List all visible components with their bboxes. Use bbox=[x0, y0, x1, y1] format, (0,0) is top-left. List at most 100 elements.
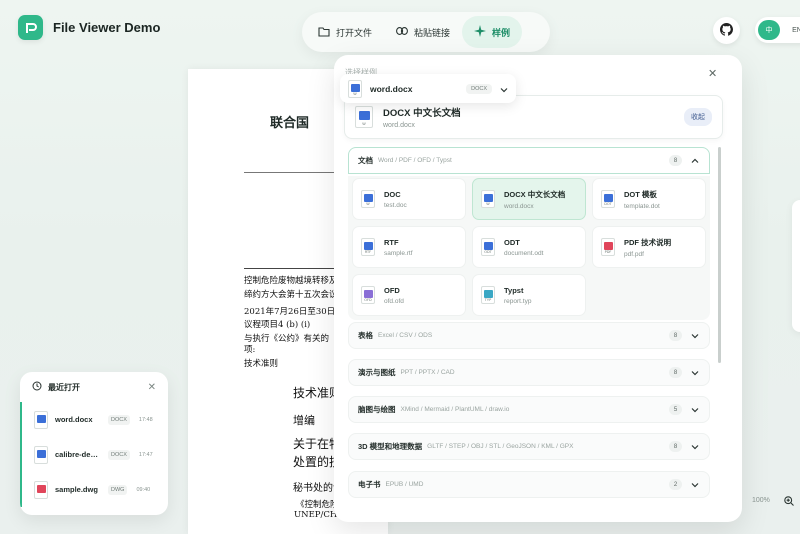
lang-zh-option[interactable]: 中 bbox=[758, 20, 780, 40]
open-file-button[interactable]: 打开文件 bbox=[306, 16, 384, 48]
doc-text-line: 控制危险废物越境转移及 bbox=[244, 276, 338, 286]
recent-file-type: DOCX bbox=[108, 414, 130, 425]
category-4[interactable]: 3D 模型和地理数据 GLTF / STEP / OBJ / STL / GeoJ… bbox=[348, 433, 710, 460]
recent-file-item[interactable]: calibre-demo.docx DOCX 17:47 bbox=[20, 437, 168, 472]
category-count: 8 bbox=[669, 330, 682, 341]
recent-file-item[interactable]: sample.dwg DWG 09:40 bbox=[20, 472, 168, 507]
category-1[interactable]: 表格 Excel / CSV / ODS 8 bbox=[348, 322, 710, 349]
doc-text-line: 技术准则 bbox=[244, 359, 279, 369]
word-icon: W bbox=[361, 190, 375, 208]
recent-file-time: 17:48 bbox=[138, 416, 153, 423]
category-name: 演示与图纸 bbox=[358, 368, 396, 377]
doc-text-line: 项: bbox=[244, 345, 256, 355]
sample-card[interactable]: TYP Typst report.typ bbox=[472, 274, 586, 316]
category-types: GLTF / STEP / OBJ / STL / GeoJSON / KML … bbox=[427, 443, 574, 450]
sample-card[interactable]: W DOCX 中文长文档 word.docx bbox=[472, 178, 586, 220]
sample-card[interactable]: RTF RTF sample.rtf bbox=[352, 226, 466, 268]
word-icon bbox=[34, 410, 48, 429]
sample-card[interactable]: ODT ODT document.odt bbox=[472, 226, 586, 268]
category-5[interactable]: 电子书 EPUB / UMD 2 bbox=[348, 471, 710, 498]
word-icon: W bbox=[355, 106, 373, 128]
app-title: File Viewer Demo bbox=[53, 20, 161, 35]
recent-file-type: DOCX bbox=[108, 449, 130, 460]
category-3[interactable]: 脑图与绘图 XMind / Mermaid / PlantUML / draw.i… bbox=[348, 396, 710, 423]
close-icon[interactable]: ✕ bbox=[708, 67, 717, 80]
sample-file: test.doc bbox=[384, 201, 407, 209]
doc-text-line: 2021年7月26日至30日和 bbox=[244, 307, 344, 317]
github-button[interactable] bbox=[713, 17, 740, 44]
sample-grid: W DOC test.doc W DOCX 中文长文档 word.docx DOT DOT 模… bbox=[348, 176, 710, 320]
typst-icon: TYP bbox=[481, 286, 495, 304]
sample-name: DOCX 中文长文档 bbox=[504, 189, 566, 199]
chevron-down-icon bbox=[690, 405, 700, 415]
ofd-icon: OFD bbox=[361, 286, 375, 304]
chevron-down-icon bbox=[690, 480, 700, 490]
category-count: 8 bbox=[669, 441, 682, 452]
sample-selector-dropdown[interactable]: W word.docx DOCX bbox=[340, 74, 516, 103]
link-icon bbox=[396, 27, 408, 37]
category-count: 8 bbox=[669, 367, 682, 378]
doc-heading: 联合国 bbox=[270, 116, 310, 131]
zoom-in-icon[interactable] bbox=[784, 495, 794, 509]
main-toolbar: 打开文件 粘贴链接 样例 bbox=[302, 12, 550, 52]
side-panel-edge bbox=[792, 200, 800, 332]
sample-file: document.odt bbox=[504, 249, 544, 257]
zoom-level: 100% bbox=[752, 497, 770, 504]
word-icon: RTF bbox=[361, 238, 375, 256]
panel-scrollbar[interactable] bbox=[718, 147, 721, 363]
brand: File Viewer Demo bbox=[18, 15, 160, 40]
current-sample-title: DOCX 中文长文档 bbox=[383, 108, 461, 119]
doc-text-line: 与执行《公约》有关的 bbox=[244, 334, 330, 344]
paste-link-label: 粘贴链接 bbox=[414, 27, 451, 38]
word-icon: W bbox=[481, 190, 495, 208]
chevron-down-icon bbox=[690, 331, 700, 341]
category-count: 8 bbox=[669, 155, 682, 166]
recent-files-panel: 最近打开 ✕ word.docx DOCX 17:48 calibre-demo.do… bbox=[20, 372, 168, 515]
sample-card[interactable]: PDF PDF 技术说明 pdf.pdf bbox=[592, 226, 706, 268]
sparkle-icon bbox=[474, 25, 487, 39]
chevron-down-icon bbox=[690, 368, 700, 378]
doc-text-line: 议程项目4 (b) (i) bbox=[244, 320, 311, 330]
word-icon bbox=[34, 445, 48, 464]
sample-name: RTF bbox=[384, 237, 399, 247]
sample-card[interactable]: OFD OFD ofd.ofd bbox=[352, 274, 466, 316]
close-icon[interactable]: ✕ bbox=[148, 382, 156, 393]
collapse-button[interactable]: 收起 bbox=[684, 108, 712, 126]
lang-en-option[interactable]: EN bbox=[786, 20, 800, 40]
sample-name: DOC bbox=[384, 189, 401, 199]
sample-name: DOT 模板 bbox=[624, 189, 657, 199]
category-types: PPT / PPTX / CAD bbox=[400, 369, 455, 376]
sample-name: ODT bbox=[504, 237, 520, 247]
samples-button[interactable]: 样例 bbox=[462, 16, 523, 48]
recent-file-item[interactable]: word.docx DOCX 17:48 bbox=[20, 402, 168, 437]
selected-sample-name: word.docx bbox=[370, 83, 413, 94]
current-sample-file: word.docx bbox=[383, 122, 415, 129]
category-types: EPUB / UMD bbox=[385, 481, 424, 488]
chevron-down-icon bbox=[690, 442, 700, 452]
category-types: XMind / Mermaid / PlantUML / draw.io bbox=[400, 406, 510, 413]
recent-header: 最近打开 ✕ bbox=[20, 372, 168, 402]
recent-file-time: 09:40 bbox=[136, 486, 151, 493]
category-name: 表格 bbox=[358, 331, 373, 340]
sample-file: pdf.pdf bbox=[624, 250, 644, 258]
sample-name: PDF 技术说明 bbox=[624, 237, 672, 247]
category-2[interactable]: 演示与图纸 PPT / PPTX / CAD 8 bbox=[348, 359, 710, 386]
recent-file-time: 17:47 bbox=[138, 451, 153, 458]
sample-card[interactable]: W DOC test.doc bbox=[352, 178, 466, 220]
word-icon: ODT bbox=[481, 238, 495, 256]
category-0[interactable]: 文档 Word / PDF / OFD / Typst 8 bbox=[348, 147, 710, 174]
paste-link-button[interactable]: 粘贴链接 bbox=[384, 16, 462, 48]
open-file-label: 打开文件 bbox=[336, 27, 373, 38]
sample-card[interactable]: DOT DOT 模板 template.dot bbox=[592, 178, 706, 220]
history-icon bbox=[32, 381, 42, 393]
category-count: 5 bbox=[669, 404, 682, 415]
category-types: Word / PDF / OFD / Typst bbox=[378, 157, 452, 164]
word-icon: DOT bbox=[601, 190, 615, 208]
recent-file-name: calibre-demo.docx bbox=[55, 450, 101, 459]
category-name: 电子书 bbox=[358, 480, 381, 489]
sample-file: sample.rtf bbox=[384, 249, 413, 257]
doc-text-line: 缔约方大会第十五次会议 bbox=[244, 290, 338, 300]
sample-file: report.typ bbox=[504, 297, 532, 305]
language-switch[interactable]: 中 EN bbox=[755, 17, 800, 43]
samples-label: 样例 bbox=[492, 27, 511, 38]
